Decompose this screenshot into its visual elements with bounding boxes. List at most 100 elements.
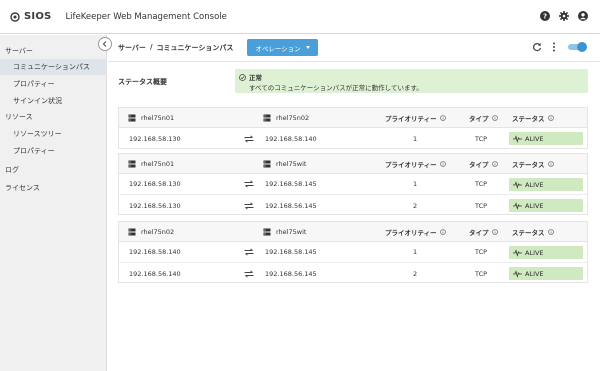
local-ip: 192.168.58.130 [129, 180, 181, 188]
refresh-icon[interactable] [532, 42, 542, 52]
status-header: ステータス [512, 154, 554, 173]
sidebar-item-resources[interactable]: リソース [0, 109, 107, 125]
toggle-knob [577, 42, 587, 52]
check-circle-icon [239, 73, 246, 81]
priority-header-label: プライオリティー [385, 160, 437, 169]
remote-ip: 192.168.58.145 [265, 180, 317, 188]
status-text: ALIVE [525, 248, 544, 257]
status-summary-description: すべてのコミュニケーションパスが正常に動作しています。 [249, 84, 423, 92]
auto-refresh-toggle[interactable] [568, 42, 587, 52]
bidirectional-arrow-icon [244, 174, 254, 194]
bidirectional-arrow-icon [244, 263, 254, 284]
server-icon [263, 160, 271, 167]
remote-ip: 192.168.56.145 [265, 269, 317, 278]
local-ip: 192.168.56.140 [129, 269, 181, 278]
server-icon [128, 228, 136, 235]
status-badge: ALIVE [509, 246, 583, 259]
info-icon[interactable] [547, 228, 554, 235]
server-icon [263, 114, 271, 121]
heartbeat-icon [513, 180, 522, 189]
svg-text:?: ? [543, 13, 547, 21]
status-summary-state: 正常 [249, 74, 262, 82]
info-icon[interactable] [547, 114, 554, 121]
gear-icon[interactable] [559, 11, 569, 21]
remote-ip: 192.168.56.145 [265, 201, 317, 210]
heartbeat-icon [513, 269, 522, 278]
sidebar-item-resource-tree[interactable]: リソースツリー [0, 126, 107, 142]
info-icon[interactable] [439, 160, 446, 167]
lifekeeper-console: SIOS LifeKeeper Web Management Console ?… [0, 0, 600, 371]
type-header: タイプ [469, 108, 498, 127]
local-ip: 192.168.56.130 [129, 201, 181, 210]
table-row[interactable]: 192.168.58.140 192.168.58.145 1 TCP ALIV… [119, 242, 587, 263]
info-icon[interactable] [439, 228, 446, 235]
breadcrumb-root[interactable]: サーバー [118, 43, 146, 53]
server-a-cell: rhel75n01 [128, 108, 174, 127]
server-a-cell: rhel75n02 [128, 222, 174, 241]
status-badge: ALIVE [509, 178, 583, 191]
breadcrumb-separator: / [149, 43, 153, 51]
table-row[interactable]: 192.168.56.140 192.168.56.145 2 TCP ALIV… [119, 263, 587, 284]
sidebar-item-resource-properties[interactable]: プロパティー [0, 143, 107, 159]
kebab-menu-icon[interactable] [551, 42, 557, 52]
info-icon[interactable] [491, 228, 498, 235]
sidebar-collapse-button[interactable] [98, 37, 112, 51]
comm-path-card-1: rhel75n01 rhel75n02 プライオリティー タイプ ステータス 1… [118, 107, 588, 149]
server-a-name: rhel75n02 [141, 227, 175, 236]
server-a-cell: rhel75n01 [128, 154, 174, 173]
status-badge: ALIVE [509, 132, 583, 145]
server-b-name: rhel75wit [276, 227, 307, 236]
status-header: ステータス [512, 222, 554, 241]
table-row[interactable]: 192.168.58.130 192.168.58.140 1 TCP ALIV… [119, 128, 587, 149]
sidebar-item-server-properties[interactable]: プロパティー [0, 76, 107, 92]
type-header: タイプ [469, 222, 498, 241]
top-icons: ? [540, 11, 588, 21]
sidebar-item-log[interactable]: ログ [0, 162, 107, 178]
bidirectional-arrow-icon [244, 128, 254, 149]
info-icon[interactable] [547, 160, 554, 167]
remote-ip: 192.168.58.145 [265, 248, 317, 256]
sidebar-item-communication-paths[interactable]: コミュニケーションパス [0, 59, 107, 75]
app-title: LifeKeeper Web Management Console [65, 11, 227, 22]
server-b-cell: rhel75wit [263, 154, 306, 173]
info-icon[interactable] [439, 114, 446, 121]
top-bar: SIOS LifeKeeper Web Management Console ? [0, 0, 600, 34]
sidebar-item-servers[interactable]: サーバー [0, 43, 107, 59]
help-icon[interactable]: ? [540, 11, 550, 21]
sidebar-item-label: サーバー [5, 47, 33, 55]
status-header-label: ステータス [512, 160, 545, 169]
type-value: TCP [475, 201, 488, 210]
server-icon [263, 228, 271, 235]
server-b-cell: rhel75wit [263, 222, 306, 241]
priority-header-label: プライオリティー [385, 114, 437, 123]
bidirectional-arrow-icon [244, 195, 254, 216]
sidebar-item-signin-status[interactable]: サインイン状況 [0, 93, 107, 109]
sidebar-item-label: ログ [5, 166, 19, 174]
status-header-label: ステータス [512, 228, 545, 237]
breadcrumb: サーバー / コミュニケーションパス [118, 43, 233, 53]
table-row[interactable]: 192.168.56.130 192.168.56.145 2 TCP ALIV… [119, 195, 587, 216]
sidebar-item-label: リソースツリー [13, 130, 62, 138]
operations-label: オペレーション [255, 44, 301, 53]
info-icon[interactable] [491, 114, 498, 121]
sidebar-item-license[interactable]: ライセンス [0, 180, 107, 196]
table-row[interactable]: 192.168.58.130 192.168.58.145 1 TCP ALIV… [119, 174, 587, 195]
heartbeat-icon [513, 134, 522, 143]
sios-logo[interactable]: SIOS [10, 11, 51, 22]
status-text: ALIVE [525, 180, 544, 189]
server-icon [128, 160, 136, 167]
sidebar: サーバー コミュニケーションパス プロパティー サインイン状況 リソース リソー… [0, 35, 107, 371]
user-icon[interactable] [578, 11, 588, 21]
status-header-label: ステータス [512, 114, 545, 123]
sidebar-item-label: コミュニケーションパス [13, 63, 90, 71]
sidebar-item-label: プロパティー [13, 147, 55, 155]
priority-header: プライオリティー [385, 108, 446, 127]
caret-down-icon [305, 46, 310, 49]
status-text: ALIVE [525, 134, 544, 143]
operations-button[interactable]: オペレーション [247, 39, 318, 56]
info-icon[interactable] [491, 160, 498, 167]
local-ip: 192.168.58.140 [129, 248, 181, 256]
type-header-label: タイプ [469, 160, 489, 169]
status-badge: ALIVE [509, 267, 583, 280]
server-icon [128, 114, 136, 121]
